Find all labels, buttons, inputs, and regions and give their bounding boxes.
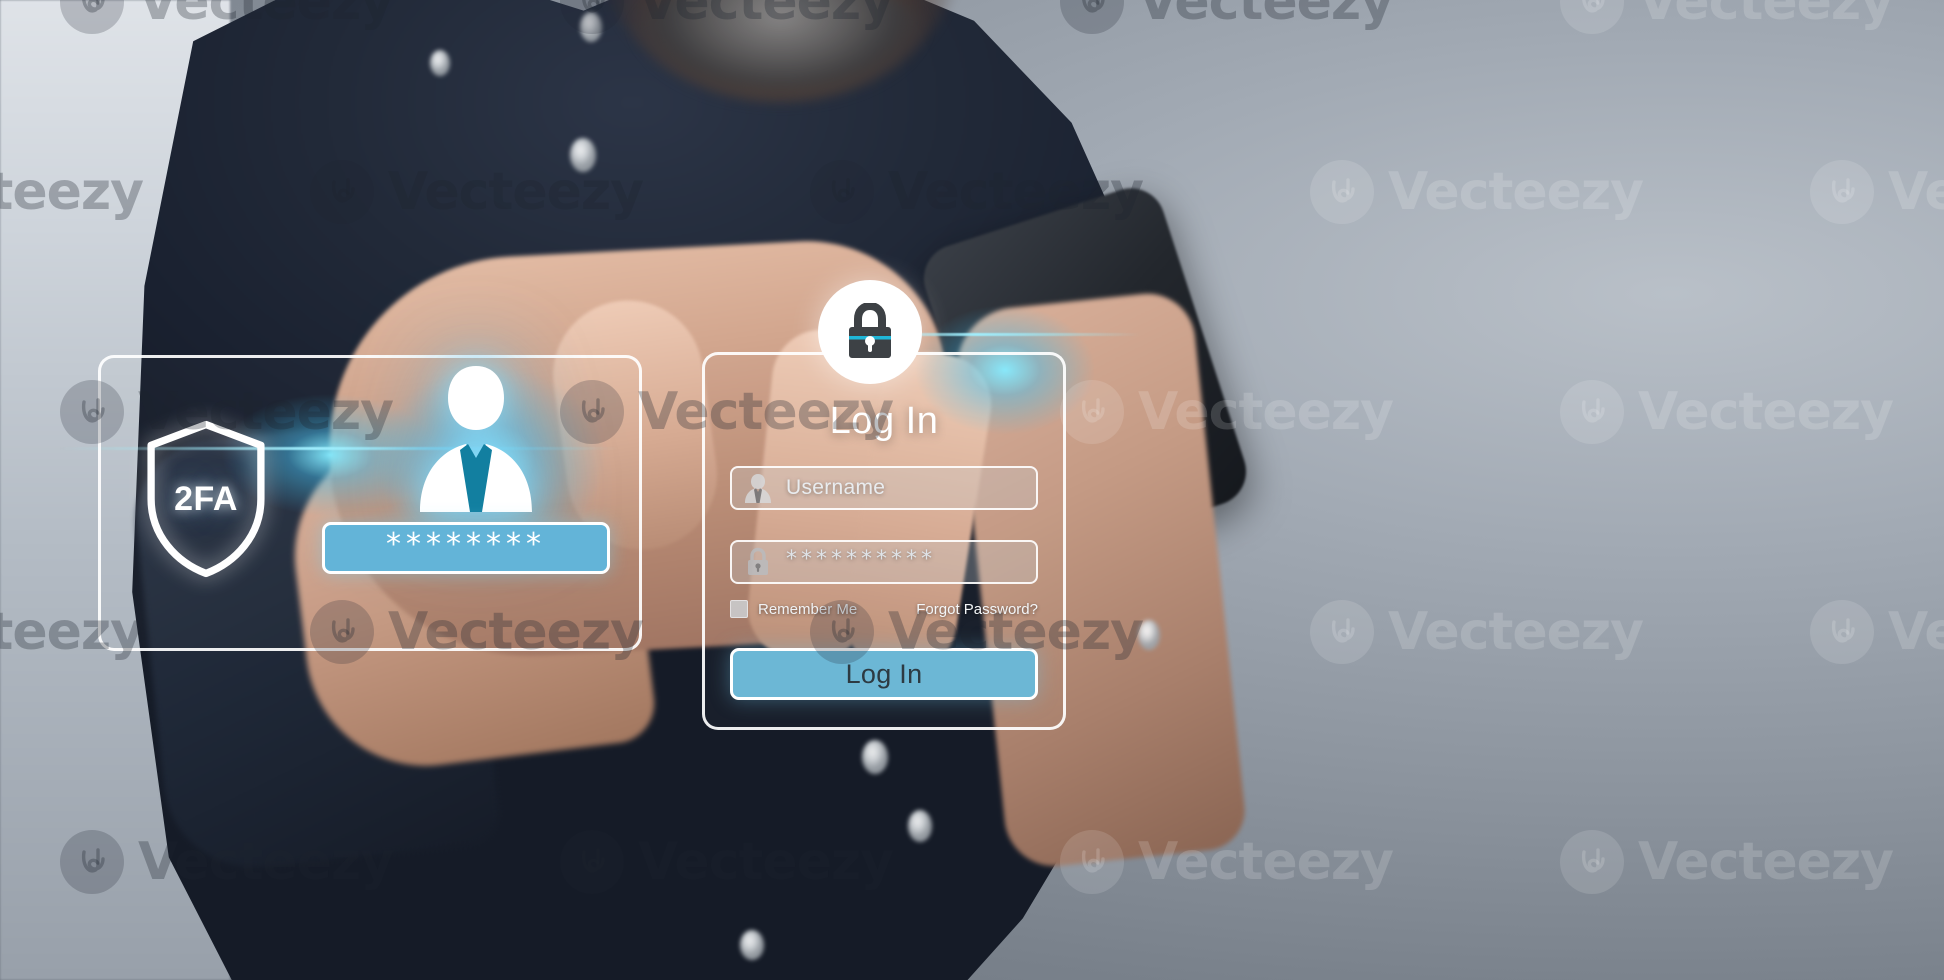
remember-me-checkbox[interactable] [730, 600, 748, 618]
username-input[interactable]: Username [730, 466, 1038, 510]
shirt-button-2 [580, 12, 602, 42]
login-submit-button[interactable]: Log In [730, 648, 1038, 700]
lock-icon [744, 547, 772, 577]
shirt-button-4 [908, 810, 932, 842]
shirt-button-3 [862, 740, 888, 774]
shield-label: 2FA [174, 480, 238, 518]
password-input[interactable]: ********** [730, 540, 1038, 584]
shirt-button-5 [1138, 620, 1160, 650]
username-value: Username [786, 476, 886, 499]
remember-me-label[interactable]: Remember Me [758, 601, 857, 618]
password-value: ********** [786, 547, 936, 572]
login-submit-label: Log In [845, 658, 923, 689]
login-meta-row: Remember Me Forgot Password? [730, 598, 1038, 620]
screenshot-canvas: 2FA ******** Log In Username ********** … [0, 0, 1944, 980]
user-icon [744, 473, 772, 503]
twofa-password-field[interactable]: ******** [322, 522, 610, 574]
shirt-button-6 [430, 50, 450, 76]
padlock-icon [818, 280, 922, 384]
user-avatar-icon [412, 362, 540, 512]
shirt-button-7 [740, 930, 764, 960]
login-title: Log In [829, 400, 939, 442]
twofa-password-value: ******** [386, 527, 546, 562]
forgot-password-link[interactable]: Forgot Password? [916, 601, 1038, 618]
shirt-button-1 [570, 138, 596, 172]
